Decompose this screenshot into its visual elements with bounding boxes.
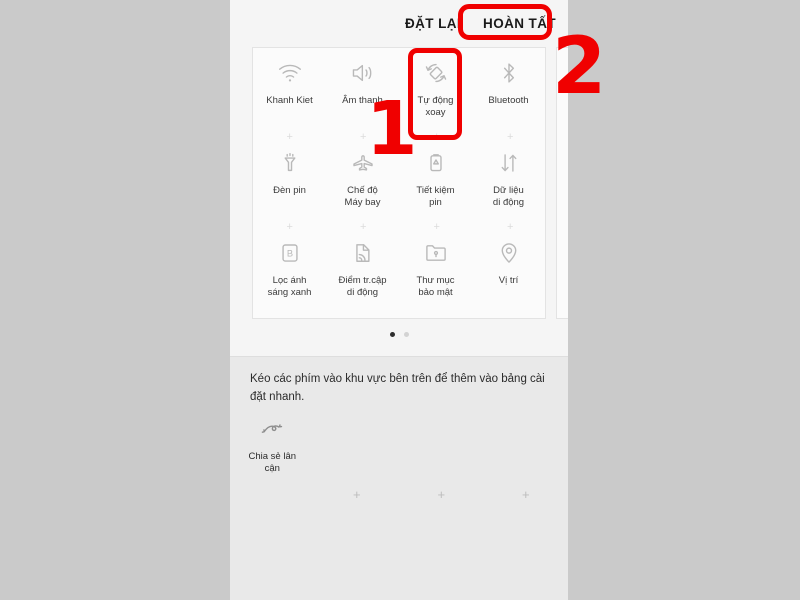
qs-tile-mobile-hotspot[interactable]: Điểm tr.cập di động bbox=[326, 228, 399, 318]
mobile-data-icon bbox=[496, 150, 522, 176]
tray-plus-marker: + bbox=[521, 487, 530, 502]
done-button[interactable]: HOÀN TẤT bbox=[483, 16, 556, 31]
drag-instruction-text: Kéo các phím vào khu vực bên trên để thê… bbox=[250, 373, 545, 403]
quick-settings-next-page-peek[interactable] bbox=[556, 47, 568, 319]
qs-tile-label: Đèn pin bbox=[273, 185, 306, 196]
qs-tile-location[interactable]: Vị trí bbox=[472, 228, 545, 318]
qs-tile-label: Âm thanh bbox=[342, 95, 383, 106]
qs-tile-mobile-data[interactable]: Dữ liệu di động bbox=[472, 138, 545, 228]
qs-tile-label: Dữ liệu di động bbox=[492, 185, 525, 208]
qs-tile-label: Tự động xoay bbox=[417, 95, 454, 118]
drag-tray-grid: Chia sẻ lân cận bbox=[230, 413, 568, 475]
qs-tile-secure-folder[interactable]: Thư mục bảo mật bbox=[399, 228, 472, 318]
secure-folder-icon bbox=[423, 240, 449, 266]
page-dot-2[interactable] bbox=[403, 332, 409, 337]
mobile-hotspot-icon bbox=[350, 240, 376, 266]
qs-tile-label: Điểm tr.cập di động bbox=[338, 275, 387, 298]
sound-icon bbox=[350, 60, 376, 86]
quick-settings-grid: Khanh Kiet Âm thanh Tự động xoay Bluetoo… bbox=[253, 48, 545, 318]
qs-tile-airplane-mode[interactable]: Chế độ Máy bay bbox=[326, 138, 399, 228]
tray-tile-label: Chia sẻ lân cận bbox=[248, 451, 297, 474]
quick-settings-panel: Khanh Kiet Âm thanh Tự động xoay Bluetoo… bbox=[252, 47, 546, 319]
qs-tile-label: Vị trí bbox=[498, 275, 519, 286]
auto-rotate-icon bbox=[423, 60, 449, 86]
qs-tile-label: Thư mục bảo mật bbox=[416, 275, 455, 298]
tray-plus-row: + + + + bbox=[230, 487, 568, 502]
qs-tile-label: Chế độ Máy bay bbox=[344, 185, 381, 208]
wifi-icon bbox=[277, 60, 303, 86]
tray-plus-marker: + bbox=[437, 487, 446, 502]
drag-source-area: Kéo các phím vào khu vực bên trên để thê… bbox=[230, 356, 568, 600]
tray-slot-empty-3[interactable] bbox=[484, 413, 569, 475]
page-indicator bbox=[230, 332, 568, 337]
page-dot-1[interactable] bbox=[389, 332, 395, 337]
tray-slot-empty-2[interactable] bbox=[399, 413, 484, 475]
qs-tile-bluetooth[interactable]: Bluetooth bbox=[472, 48, 545, 138]
qs-tile-auto-rotate[interactable]: Tự động xoay bbox=[399, 48, 472, 138]
qs-tile-battery-saver[interactable]: Tiết kiệm pin bbox=[399, 138, 472, 228]
qs-tile-label: Khanh Kiet bbox=[266, 95, 313, 106]
tray-plus-marker: + bbox=[352, 487, 361, 502]
flashlight-icon bbox=[277, 150, 303, 176]
qs-tile-flashlight[interactable]: Đèn pin bbox=[253, 138, 326, 228]
nearby-share-icon bbox=[260, 417, 284, 441]
phone-screen: ĐẶT LẠI HOÀN TẤT Khanh Kiet Âm thanh Tự … bbox=[230, 0, 568, 600]
screenshot-root: ĐẶT LẠI HOÀN TẤT Khanh Kiet Âm thanh Tự … bbox=[0, 0, 800, 600]
battery-saver-icon bbox=[423, 150, 449, 176]
tray-tile-nearby-share[interactable]: Chia sẻ lân cận bbox=[230, 413, 315, 475]
tray-slot-empty-1[interactable] bbox=[315, 413, 400, 475]
header-bar: ĐẶT LẠI HOÀN TẤT bbox=[230, 0, 568, 46]
qs-tile-label: Lọc ánh sáng xanh bbox=[267, 275, 312, 298]
blue-light-filter-icon: B bbox=[277, 240, 303, 266]
svg-text:B: B bbox=[286, 248, 292, 258]
bluetooth-icon bbox=[496, 60, 522, 86]
airplane-icon bbox=[350, 150, 376, 176]
qs-tile-label: Tiết kiệm pin bbox=[416, 185, 455, 208]
reset-button[interactable]: ĐẶT LẠI bbox=[405, 16, 461, 31]
qs-tile-blue-light-filter[interactable]: B Lọc ánh sáng xanh bbox=[253, 228, 326, 318]
qs-tile-wifi[interactable]: Khanh Kiet bbox=[253, 48, 326, 138]
location-icon bbox=[496, 240, 522, 266]
qs-tile-sound[interactable]: Âm thanh bbox=[326, 48, 399, 138]
qs-tile-label: Bluetooth bbox=[488, 95, 529, 106]
